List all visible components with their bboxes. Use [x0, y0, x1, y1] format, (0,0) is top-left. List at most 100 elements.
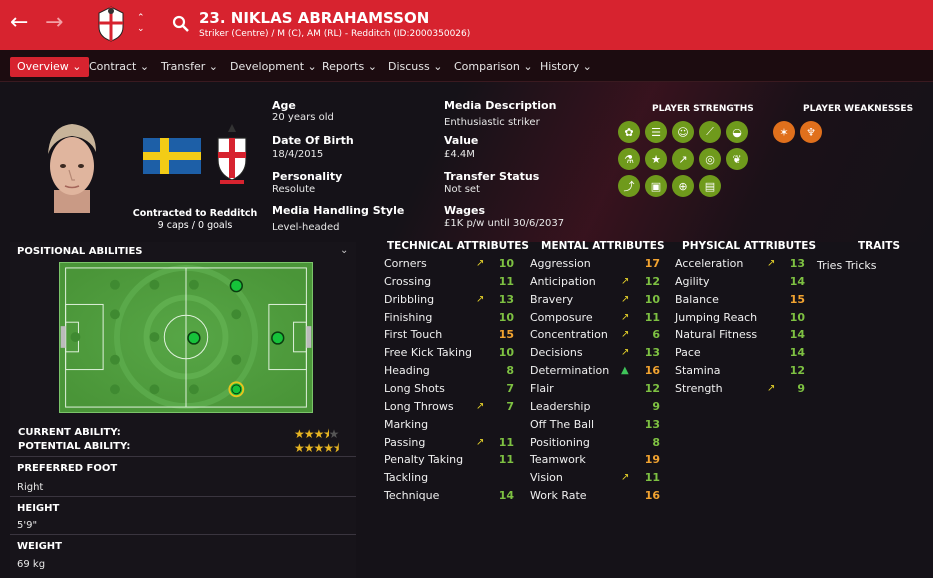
- mental-attribute-name: Concentration: [530, 328, 608, 342]
- mental-attribute-name: Aggression: [530, 257, 591, 270]
- search-icon[interactable]: [172, 15, 190, 33]
- target-icon[interactable]: ◎: [699, 148, 721, 170]
- physical-attribute-name: Strength: [675, 381, 723, 395]
- mental-attribute-name: Teamwork: [530, 453, 586, 467]
- preferred-foot-label: PREFERRED FOOT: [17, 463, 118, 474]
- divider: [10, 534, 356, 535]
- mental-attribute-value: 16: [644, 489, 660, 503]
- tab-history[interactable]: History ⌄: [533, 57, 599, 77]
- divider: [10, 496, 356, 497]
- tab-comparison[interactable]: Comparison ⌄: [447, 57, 540, 77]
- physical-attribute-value: 14: [789, 274, 805, 288]
- media-desc-value: Enthusiastic striker: [444, 117, 540, 128]
- physical-attribute-value: 13: [789, 257, 805, 270]
- physical-attribute-name: Jumping Reach: [675, 310, 758, 324]
- player-switch-chevrons[interactable]: ⌃ ⌄: [137, 13, 145, 35]
- physical-attribute-name: Pace: [675, 346, 701, 360]
- technical-attribute-value: 8: [506, 364, 514, 378]
- media-style-label: Media Handling Style: [272, 204, 405, 217]
- technical-attribute-name: Passing: [384, 435, 426, 449]
- tab-bar: Overview ⌄ Contract ⌄ Transfer ⌄ Develop…: [0, 50, 933, 82]
- contracted-to-text: Contracted to Redditch: [132, 208, 258, 219]
- globe-icon[interactable]: ⊕: [672, 175, 694, 197]
- technical-attribute-name: Tackling: [384, 471, 429, 485]
- age-label: Age: [272, 99, 296, 112]
- chevron-down-icon[interactable]: ⌄: [340, 245, 348, 256]
- position-marker[interactable]: [187, 331, 201, 345]
- mental-attribute-value: 10: [644, 292, 660, 306]
- mental-attribute-value: 12: [644, 274, 660, 288]
- tab-overview[interactable]: Overview ⌄: [10, 57, 89, 77]
- star-icon[interactable]: ★: [645, 148, 667, 170]
- sweden-flag-icon[interactable]: [143, 138, 201, 174]
- back-arrow-icon[interactable]: ←: [10, 12, 28, 34]
- dob-label: Date Of Birth: [272, 134, 354, 147]
- age-value: 20 years old: [272, 112, 334, 123]
- tab-reports[interactable]: Reports ⌄: [315, 57, 384, 77]
- position-marker[interactable]: [229, 279, 243, 293]
- head-icon[interactable]: ☺: [672, 121, 694, 143]
- tab-development[interactable]: Development ⌄: [223, 57, 324, 77]
- clipboard-icon[interactable]: ▤: [699, 175, 721, 197]
- chevron-down-icon[interactable]: ⌄: [906, 103, 914, 114]
- physical-attribute-name: Natural Fitness: [675, 328, 758, 342]
- physical-attributes-heading: PHYSICAL ATTRIBUTES: [682, 240, 817, 252]
- trend-arrow-icon: ↗: [476, 436, 485, 448]
- weight-label: WEIGHT: [17, 541, 62, 552]
- run-icon[interactable]: ⤴: [618, 175, 640, 197]
- player-face-image: [48, 124, 96, 213]
- personality-value: Resolute: [272, 184, 316, 195]
- mental-attribute-value: 11: [644, 471, 660, 485]
- top-bar: ← → ⌃ ⌄ 23. NIKLAS ABRAHAMSSON Striker (C…: [0, 0, 933, 50]
- trend-arrow-icon: ↗: [767, 258, 776, 269]
- club-crest-large-icon[interactable]: [212, 122, 252, 186]
- trophy-icon[interactable]: ♆: [800, 121, 822, 143]
- technical-attribute-name: Technique: [384, 489, 440, 503]
- trend-arrow-icon: ↗: [621, 329, 630, 341]
- technical-attribute-name: Marking: [384, 417, 429, 431]
- preferred-foot-value: Right: [17, 482, 44, 493]
- physical-attribute-value: 10: [789, 310, 805, 324]
- notes-icon[interactable]: ☰: [645, 121, 667, 143]
- position-marker[interactable]: [271, 331, 285, 345]
- tab-contract[interactable]: Contract ⌄: [82, 57, 156, 77]
- technical-attribute-name: Finishing: [384, 310, 433, 324]
- mental-attribute-name: Work Rate: [530, 489, 587, 503]
- forward-arrow-icon[interactable]: →: [45, 12, 63, 34]
- mental-attribute-value: 17: [644, 257, 660, 270]
- wings-icon[interactable]: ❦: [726, 148, 748, 170]
- shoe-icon[interactable]: ◒: [726, 121, 748, 143]
- trend-arrow-icon: ↗: [621, 472, 630, 484]
- mental-attribute-name: Off The Ball: [530, 417, 595, 431]
- potential-ability-label: POTENTIAL ABILITY:: [18, 441, 131, 452]
- physical-attribute-value: 9: [797, 381, 805, 395]
- technical-attribute-value: 11: [498, 274, 514, 288]
- mental-attribute-value: 9: [652, 399, 660, 413]
- technical-attribute-name: Crossing: [384, 274, 432, 288]
- technical-attribute-name: First Touch: [384, 328, 443, 342]
- boot-icon[interactable]: ⟋: [699, 121, 721, 143]
- tab-transfer[interactable]: Transfer ⌄: [154, 57, 225, 77]
- positional-pitch[interactable]: [59, 262, 313, 413]
- team-icon[interactable]: ✿: [618, 121, 640, 143]
- technical-attribute-value: 11: [498, 453, 514, 467]
- physical-attribute-name: Agility: [675, 274, 710, 288]
- trend-arrow-icon: ↗: [621, 347, 630, 359]
- player-position-subtitle: Striker (Centre) / M (C), AM (RL) - Redd…: [199, 29, 471, 39]
- kick-icon[interactable]: ✶: [773, 121, 795, 143]
- technical-attribute-name: Heading: [384, 364, 430, 378]
- flask-icon[interactable]: ⚗: [618, 148, 640, 170]
- technical-attribute-name: Long Shots: [384, 381, 445, 395]
- pitch-icon[interactable]: ▣: [645, 175, 667, 197]
- technical-attribute-value: 10: [498, 257, 514, 270]
- trend-icon[interactable]: ↗: [672, 148, 694, 170]
- tab-discuss[interactable]: Discuss ⌄: [381, 57, 449, 77]
- trend-arrow-icon: ↗: [476, 400, 485, 412]
- mental-attribute-name: Composure: [530, 310, 593, 324]
- club-crest-icon[interactable]: [96, 5, 126, 43]
- technical-attribute-value: 11: [498, 435, 514, 449]
- technical-attribute-name: Dribbling: [384, 292, 435, 306]
- traits-heading: TRAITS: [858, 240, 901, 252]
- mental-attribute-value: 8: [652, 435, 660, 449]
- physical-attribute-value: 12: [789, 364, 805, 378]
